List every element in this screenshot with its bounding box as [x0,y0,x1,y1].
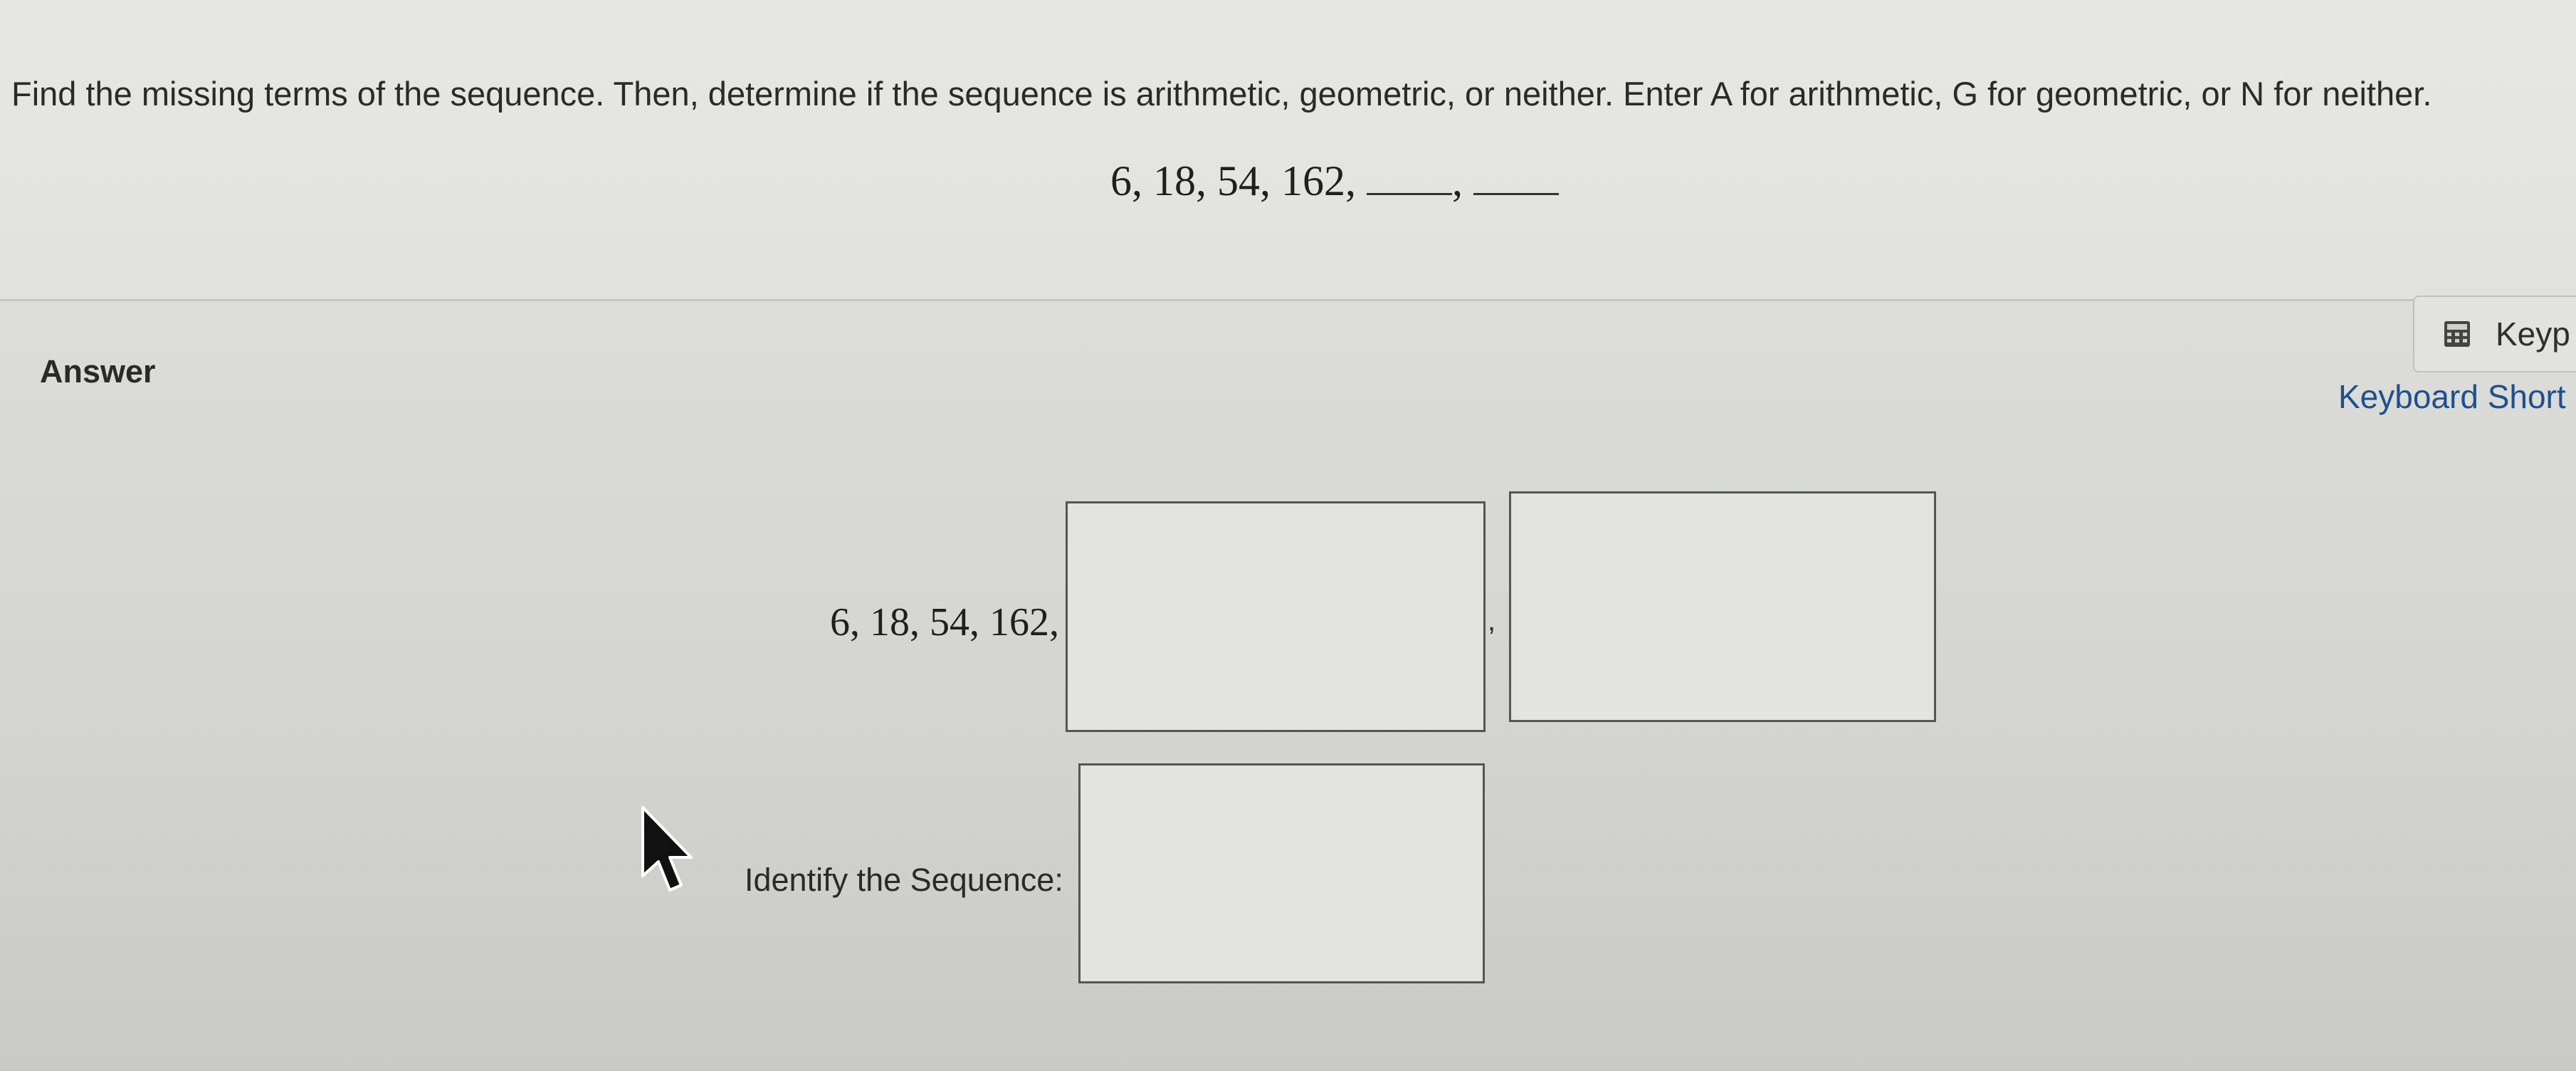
keypad-button[interactable]: Keyp [2413,296,2576,372]
keyboard-shortcuts-link[interactable]: Keyboard Short [2338,377,2566,416]
answer-sequence-prefix: 6, 18, 54, 162, [830,600,1059,644]
identify-sequence-input[interactable] [1078,763,1485,983]
question-blank-2 [1473,162,1559,195]
answer-heading: Answer [40,353,156,390]
question-instruction: Find the missing terms of the sequence. … [11,75,2432,113]
mouse-pointer-icon [641,806,693,892]
question-sequence-terms: 6, 18, 54, 162, [1110,157,1356,204]
question-blank-1 [1367,162,1452,195]
calculator-icon [2444,321,2470,347]
term-6-input[interactable] [1509,491,1936,722]
page: Find the missing terms of the sequence. … [0,0,2576,1071]
term-5-input[interactable] [1066,501,1486,732]
identify-sequence-label: Identify the Sequence: [745,862,1063,898]
question-panel: Find the missing terms of the sequence. … [0,0,2576,301]
question-blank-separator: , [1452,157,1463,204]
term-separator-comma: , [1488,605,1496,637]
question-sequence: 6, 18, 54, 162, , [1110,157,1559,206]
keypad-label: Keyp [2496,315,2570,352]
